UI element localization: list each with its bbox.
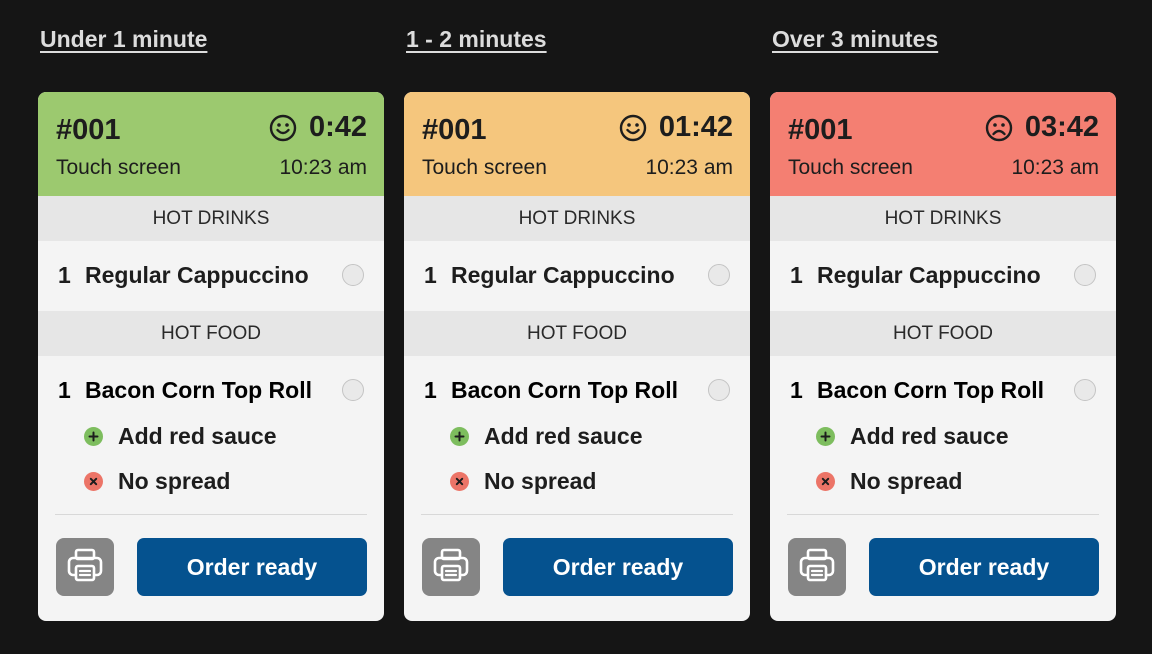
print-button[interactable] — [422, 538, 480, 596]
modifier-label: Add red sauce — [484, 423, 643, 449]
print-button[interactable] — [56, 538, 114, 596]
modifier-label: Add red sauce — [118, 423, 277, 449]
plus-icon — [450, 427, 469, 446]
order-time: 10:23 am — [645, 156, 733, 179]
modifier-add: Add red sauce — [816, 423, 1009, 450]
elapsed-time: 01:42 — [658, 111, 733, 143]
category-header: HOT DRINKS — [770, 196, 1116, 241]
kitchen-display: Under 1 minute #001 Touch screen 0:42 10… — [0, 0, 1152, 654]
order-card-header: #001 Touch screen 01:42 10:23 am — [404, 92, 750, 196]
modifier-remove: No spread — [816, 468, 962, 495]
order-time: 10:23 am — [1011, 156, 1099, 179]
order-number: #001 — [56, 114, 121, 146]
divider — [787, 514, 1099, 515]
item-check-circle[interactable] — [708, 379, 730, 401]
modifier-add: Add red sauce — [84, 423, 277, 450]
category-header: HOT FOOD — [770, 311, 1116, 356]
order-card: #001 Touch screen 0:42 10:23 am HOT DRIN… — [38, 92, 384, 621]
order-item[interactable]: 1 Regular Cappuccino — [38, 241, 384, 311]
x-icon — [450, 472, 469, 491]
modifier-label: No spread — [850, 468, 963, 494]
order-item[interactable]: 1 Regular Cappuccino — [404, 241, 750, 311]
item-check-circle[interactable] — [708, 264, 730, 286]
smiley-face-icon — [269, 114, 297, 142]
category-header: HOT DRINKS — [38, 196, 384, 241]
modifier-label: Add red sauce — [850, 423, 1009, 449]
order-number: #001 — [422, 114, 487, 146]
print-button[interactable] — [788, 538, 846, 596]
order-ready-button[interactable]: Order ready — [503, 538, 733, 596]
modifier-label: No spread — [118, 468, 231, 494]
item-name: Bacon Corn Top Roll — [85, 377, 313, 403]
item-quantity: 1 — [58, 262, 71, 288]
item-quantity: 1 — [424, 262, 437, 288]
elapsed-timer: 01:42 — [619, 111, 733, 144]
column-heading-under-1-minute: Under 1 minute — [40, 26, 208, 52]
category-header: HOT FOOD — [404, 311, 750, 356]
order-source: Touch screen — [56, 156, 181, 179]
elapsed-timer: 0:42 — [269, 111, 367, 144]
modifier-add: Add red sauce — [450, 423, 643, 450]
item-name: Regular Cappuccino — [451, 262, 675, 288]
printer-icon — [66, 546, 104, 589]
smiley-face-icon — [619, 114, 647, 142]
x-icon — [816, 472, 835, 491]
item-quantity: 1 — [58, 377, 71, 403]
plus-icon — [816, 427, 835, 446]
elapsed-time: 03:42 — [1024, 111, 1099, 143]
elapsed-timer: 03:42 — [985, 111, 1099, 144]
x-icon — [84, 472, 103, 491]
item-check-circle[interactable] — [342, 264, 364, 286]
order-card-header: #001 Touch screen 0:42 10:23 am — [38, 92, 384, 196]
item-name: Regular Cappuccino — [85, 262, 309, 288]
plus-icon — [84, 427, 103, 446]
order-source: Touch screen — [788, 156, 913, 179]
order-item[interactable]: 1 Bacon Corn Top Roll Add red sauce No s… — [38, 356, 384, 516]
item-name: Bacon Corn Top Roll — [451, 377, 679, 403]
modifier-remove: No spread — [450, 468, 596, 495]
modifier-remove: No spread — [84, 468, 230, 495]
modifier-label: No spread — [484, 468, 597, 494]
order-card-header: #001 Touch screen 03:42 10:23 am — [770, 92, 1116, 196]
column-heading-1-2-minutes: 1 - 2 minutes — [406, 26, 547, 52]
elapsed-time: 0:42 — [308, 111, 367, 143]
order-source: Touch screen — [422, 156, 547, 179]
item-name: Regular Cappuccino — [817, 262, 1041, 288]
printer-icon — [798, 546, 836, 589]
item-quantity: 1 — [790, 262, 803, 288]
column-heading-over-3-minutes: Over 3 minutes — [772, 26, 939, 52]
item-name: Bacon Corn Top Roll — [817, 377, 1045, 403]
item-quantity: 1 — [790, 377, 803, 403]
order-number: #001 — [788, 114, 853, 146]
order-item[interactable]: 1 Regular Cappuccino — [770, 241, 1116, 311]
sad-face-icon — [985, 114, 1013, 142]
order-ready-button[interactable]: Order ready — [869, 538, 1099, 596]
order-card: #001 Touch screen 01:42 10:23 am HOT DRI… — [404, 92, 750, 621]
divider — [55, 514, 367, 515]
item-check-circle[interactable] — [342, 379, 364, 401]
order-card: #001 Touch screen 03:42 10:23 am HOT DRI… — [770, 92, 1116, 621]
category-header: HOT DRINKS — [404, 196, 750, 241]
item-quantity: 1 — [424, 377, 437, 403]
item-check-circle[interactable] — [1074, 379, 1096, 401]
divider — [421, 514, 733, 515]
order-ready-button[interactable]: Order ready — [137, 538, 367, 596]
order-item[interactable]: 1 Bacon Corn Top Roll Add red sauce No s… — [770, 356, 1116, 516]
category-header: HOT FOOD — [38, 311, 384, 356]
order-item[interactable]: 1 Bacon Corn Top Roll Add red sauce No s… — [404, 356, 750, 516]
item-check-circle[interactable] — [1074, 264, 1096, 286]
printer-icon — [432, 546, 470, 589]
order-time: 10:23 am — [279, 156, 367, 179]
